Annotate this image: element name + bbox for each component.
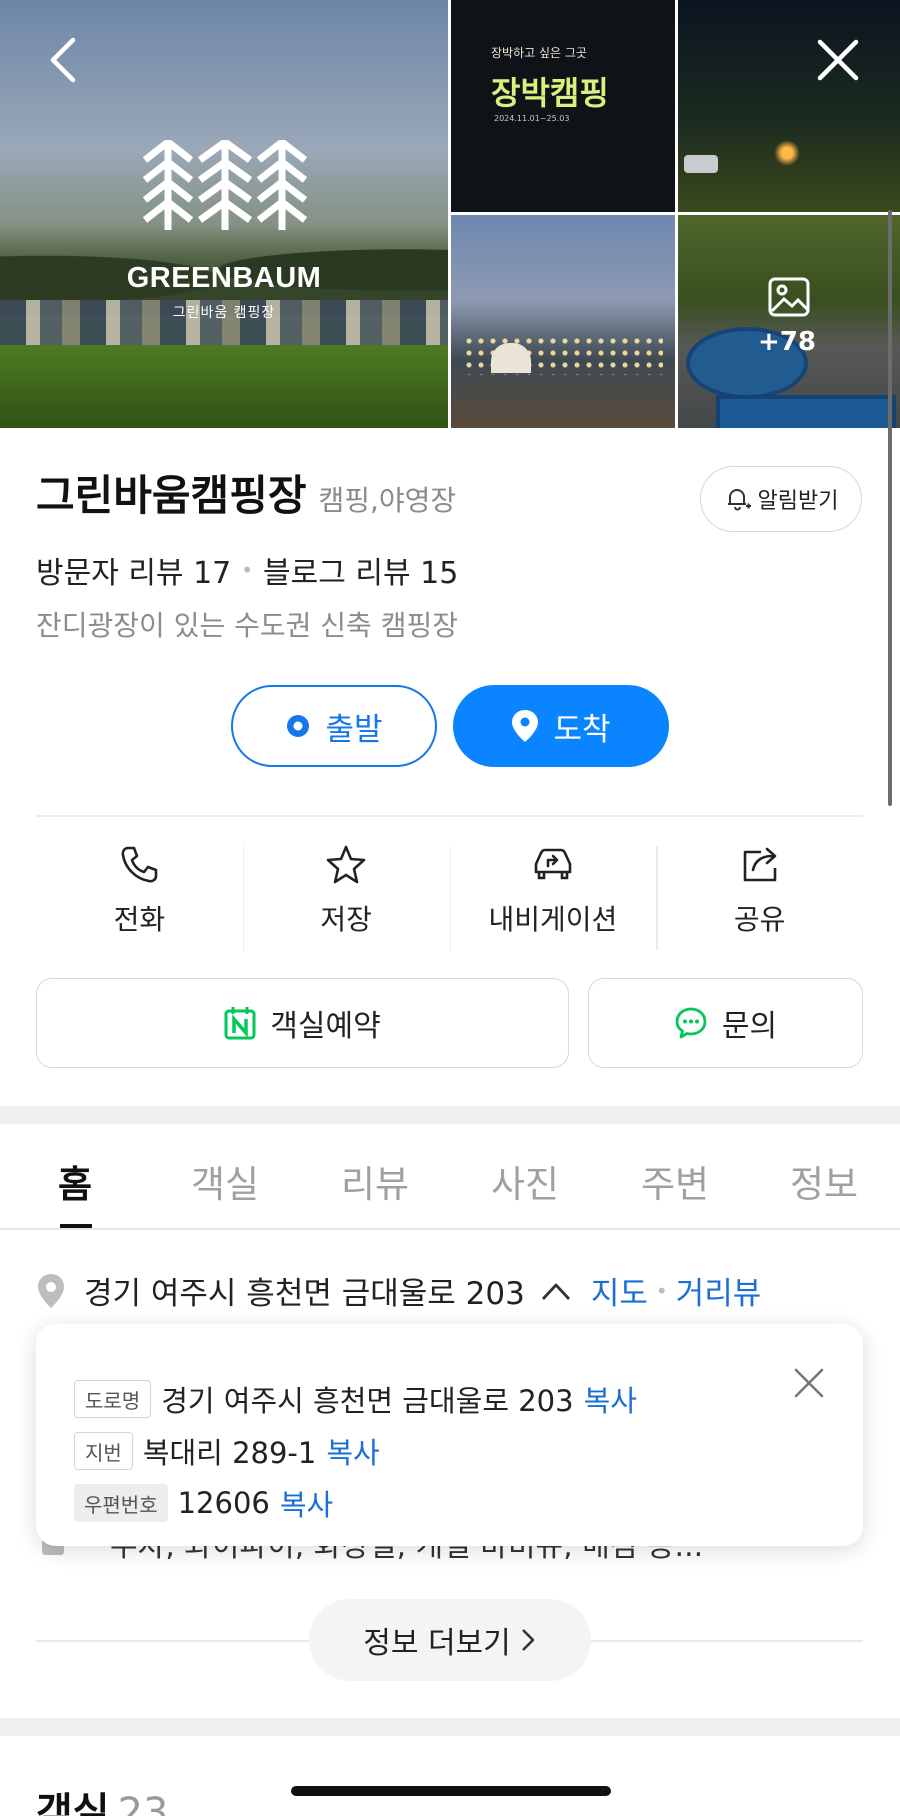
photo-grass xyxy=(0,345,448,428)
more-photos-tile[interactable]: +78 xyxy=(678,215,900,428)
logo-subtitle: 그린바움 캠핑장 xyxy=(172,305,276,321)
call-label: 전화 xyxy=(113,903,166,936)
rooms-count: 23 xyxy=(117,1790,169,1816)
section-gap xyxy=(0,1106,900,1124)
copy-road-address-button[interactable]: 복사 xyxy=(584,1378,637,1420)
tab-photos[interactable]: 사진 xyxy=(491,1154,559,1208)
inquiry-label: 문의 xyxy=(721,1009,778,1044)
photo-tent xyxy=(491,343,531,373)
tab-bar: 홈 객실 리뷰 사진 주변 정보 xyxy=(0,1124,900,1230)
navigation-label: 내비게이션 xyxy=(488,903,618,936)
more-info-button[interactable]: 정보 더보기 xyxy=(309,1599,591,1681)
visitor-review-link[interactable]: 방문자 리뷰 17 xyxy=(36,548,231,592)
place-name: 그린바움캠핑장 xyxy=(36,471,307,520)
place-category: 캠핑,야영장 xyxy=(318,484,457,517)
star-icon xyxy=(326,845,366,884)
back-button[interactable] xyxy=(32,30,92,90)
map-link[interactable]: 지도 xyxy=(591,1268,648,1313)
location-pin-icon xyxy=(512,710,539,742)
streetview-link[interactable]: 거리뷰 xyxy=(676,1268,762,1313)
zip-code-line: 우편번호 12606 복사 xyxy=(74,1482,333,1524)
tab-info[interactable]: 정보 xyxy=(790,1154,858,1208)
title-row: 그린바움캠핑장 캠핑,야영장 xyxy=(36,462,456,523)
address-popup: 도로명 경기 여주시 흥천면 금대울로 203 복사 지번 복대리 289-1 … xyxy=(36,1324,863,1546)
tab-home[interactable]: 홈 xyxy=(58,1154,92,1208)
more-info-label: 정보 더보기 xyxy=(363,1626,511,1661)
navigation-car-icon xyxy=(534,848,572,880)
start-route-button[interactable]: 출발 xyxy=(231,685,437,767)
poster-small-text: 장박하고 싶은 그곳 xyxy=(491,46,587,60)
save-action[interactable]: 저장 xyxy=(242,840,450,952)
blog-review-link[interactable]: 블로그 리뷰 15 xyxy=(263,548,458,592)
photo-campfire xyxy=(774,140,800,166)
share-label: 공유 xyxy=(733,903,786,936)
place-description: 잔디광장이 있는 수도권 신축 캠핑장 xyxy=(36,609,459,642)
chat-bubble-icon xyxy=(675,1007,707,1039)
string-lights-photo[interactable] xyxy=(451,215,675,428)
chevron-right-icon xyxy=(521,1629,535,1651)
copy-zip-code-button[interactable]: 복사 xyxy=(280,1482,333,1524)
address-summary[interactable]: 경기 여주시 흥천면 금대울로 203 xyxy=(84,1268,525,1313)
address-row: 경기 여주시 흥천면 금대울로 203 지도 • 거리뷰 xyxy=(36,1268,761,1313)
road-address-line: 도로명 경기 여주시 흥천면 금대울로 203 복사 xyxy=(74,1378,637,1420)
start-point-icon xyxy=(287,715,310,737)
road-address-value: 경기 여주시 흥천면 금대울로 203 xyxy=(161,1384,574,1418)
lot-address-tag: 지번 xyxy=(74,1432,133,1470)
lot-address-value: 복대리 289-1 xyxy=(142,1436,317,1470)
zip-code-tag: 우편번호 xyxy=(74,1484,168,1522)
booking-label: 객실예약 xyxy=(270,1009,381,1044)
close-icon[interactable] xyxy=(792,1366,826,1400)
poster-date: 2024.11.01~25.03 xyxy=(494,114,570,123)
more-photos-count: +78 xyxy=(758,327,816,357)
share-icon xyxy=(743,847,776,882)
poster-photo[interactable]: 장박하고 싶은 그곳 장박캠핑 2024.11.01~25.03 xyxy=(451,0,675,212)
copy-lot-address-button[interactable]: 복사 xyxy=(326,1430,379,1472)
active-tab-indicator xyxy=(60,1224,92,1228)
lot-address-line: 지번 복대리 289-1 복사 xyxy=(74,1430,380,1472)
greenbaum-logo-icon xyxy=(142,140,308,230)
tab-rooms[interactable]: 객실 xyxy=(191,1154,259,1208)
share-action[interactable]: 공유 xyxy=(656,840,863,952)
call-action[interactable]: 전화 xyxy=(36,840,243,952)
separator-dot: • xyxy=(655,1278,668,1303)
arrive-route-button[interactable]: 도착 xyxy=(453,685,669,767)
rooms-section-title: 객실 23 xyxy=(36,1780,169,1816)
close-icon xyxy=(817,39,859,81)
scrollbar[interactable] xyxy=(888,210,892,806)
logo-text: GREENBAUM xyxy=(126,262,322,294)
phone-icon xyxy=(121,846,158,883)
poster-title: 장박캠핑 xyxy=(491,74,609,112)
close-button[interactable] xyxy=(808,30,868,90)
save-label: 저장 xyxy=(320,903,372,936)
photo-car xyxy=(684,155,718,173)
road-address-tag: 도로명 xyxy=(74,1380,152,1418)
navigation-action[interactable]: 내비게이션 xyxy=(449,840,657,952)
photo-gallery: GREENBAUM 그린바움 캠핑장 장박하고 싶은 그곳 장박캠핑 2024.… xyxy=(0,0,900,428)
quick-actions: 전화 저장 내비게이션 공유 xyxy=(36,840,863,952)
chevron-up-icon[interactable] xyxy=(539,1279,573,1303)
zip-code-value: 12606 xyxy=(177,1486,270,1520)
arrive-label: 도착 xyxy=(553,711,611,748)
home-indicator[interactable] xyxy=(291,1786,611,1796)
naver-booking-icon xyxy=(224,1007,256,1040)
alarm-label: 알림받기 xyxy=(757,489,839,514)
image-gallery-icon xyxy=(768,277,810,317)
review-counts: 방문자 리뷰 17 • 블로그 리뷰 15 xyxy=(36,548,458,592)
rooms-title: 객실 xyxy=(36,1790,110,1816)
photo-overlay xyxy=(678,215,900,428)
inquiry-button[interactable]: 문의 xyxy=(588,978,863,1068)
location-pin-icon xyxy=(38,1273,64,1308)
room-booking-button[interactable]: 객실예약 xyxy=(36,978,569,1068)
tab-reviews[interactable]: 리뷰 xyxy=(341,1154,409,1208)
start-label: 출발 xyxy=(325,711,383,748)
tab-nearby[interactable]: 주변 xyxy=(641,1154,709,1208)
divider xyxy=(36,815,863,817)
separator-dot: • xyxy=(241,558,254,582)
bell-plus-icon xyxy=(727,489,751,511)
section-gap xyxy=(0,1718,900,1736)
alarm-button[interactable]: 알림받기 xyxy=(700,466,862,532)
chevron-left-icon xyxy=(50,37,76,83)
